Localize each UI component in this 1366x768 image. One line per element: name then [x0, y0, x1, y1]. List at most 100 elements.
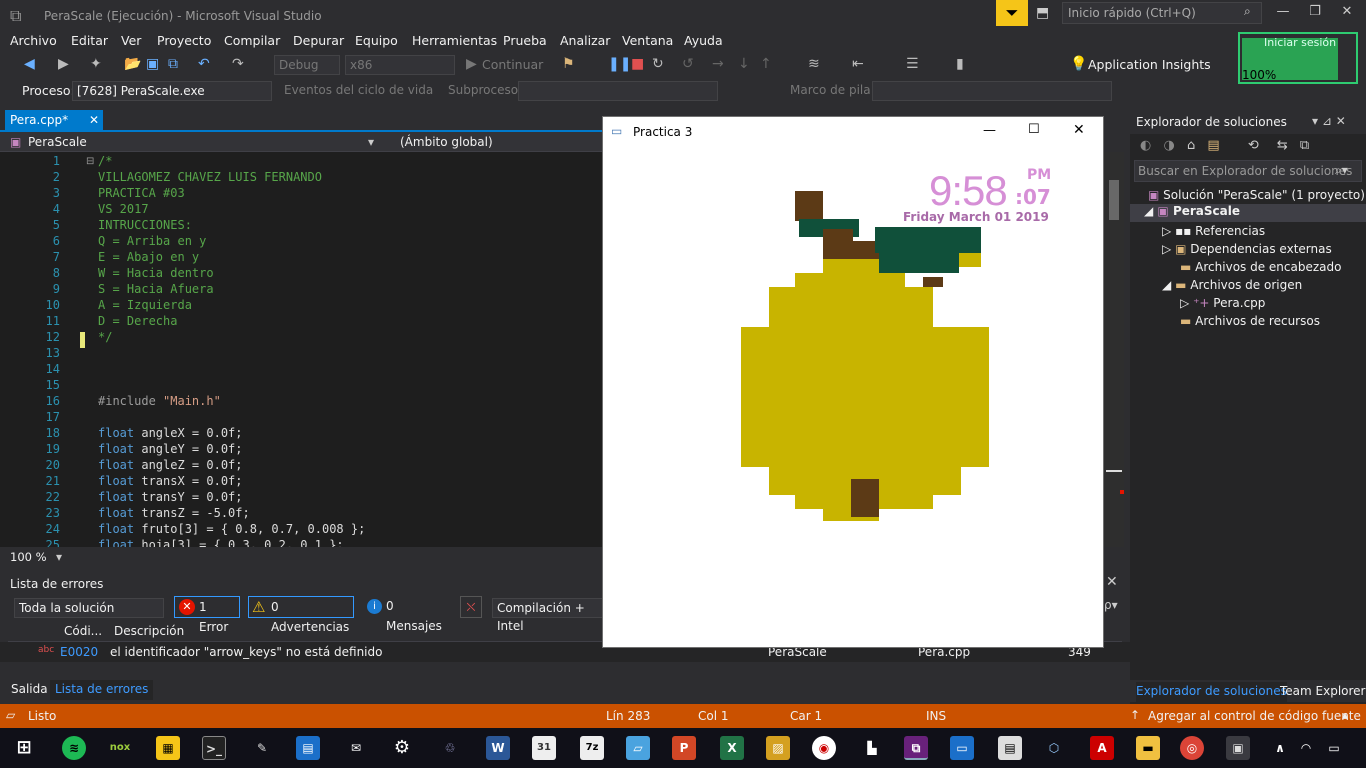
file-explorer-icon[interactable]: ▬: [1136, 736, 1160, 760]
step-into-icon[interactable]: →: [712, 56, 724, 72]
maximize-button[interactable]: ❐: [1298, 4, 1332, 24]
scope-select[interactable]: Toda la solución: [14, 598, 164, 618]
undo-icon[interactable]: ↶: [198, 56, 210, 72]
step-over-icon[interactable]: ↓: [738, 56, 750, 72]
window-icon[interactable]: ▭: [950, 736, 974, 760]
stackframe-select[interactable]: [872, 81, 1112, 101]
continue-button[interactable]: Continuar: [482, 57, 543, 72]
forward-icon[interactable]: ▶: [58, 56, 69, 72]
chrome-icon[interactable]: ◎: [1180, 736, 1204, 760]
process-select[interactable]: [7628] PeraScale.exe: [72, 81, 272, 101]
maximize-button[interactable]: ☐: [1028, 122, 1040, 137]
tab-error-list[interactable]: Lista de errores: [50, 680, 154, 700]
menu-herramientas[interactable]: Herramientas: [412, 33, 497, 48]
terminal-icon[interactable]: >_: [202, 736, 226, 760]
tree-item-references[interactable]: ▷ ▪▪ Referencias: [1162, 224, 1265, 238]
search-icon[interactable]: ⌕: [1244, 4, 1251, 19]
quick-launch-input[interactable]: Inicio rápido (Ctrl+Q): [1062, 2, 1262, 24]
wifi-icon[interactable]: ◠: [1294, 736, 1318, 760]
close-icon[interactable]: ✕: [1106, 574, 1118, 590]
menu-depurar[interactable]: Depurar: [293, 33, 344, 48]
minimize-button[interactable]: —: [983, 123, 996, 138]
tree-item-solution[interactable]: ▣ Solución "PeraScale" (1 proyecto): [1148, 188, 1365, 202]
menu-prueba[interactable]: Prueba: [503, 33, 547, 48]
opengl-canvas[interactable]: 9:58 PM :07 Friday March 01 2019: [603, 147, 1103, 647]
calendar-icon[interactable]: 31: [532, 736, 556, 760]
tab-output[interactable]: Salida: [11, 682, 48, 696]
clear-filter-icon[interactable]: ⛌: [460, 596, 482, 618]
spotify-icon[interactable]: ≋: [62, 736, 86, 760]
chevron-up-icon[interactable]: ▴: [1342, 708, 1348, 722]
warnings-filter-button[interactable]: ⚠ 0 Advertencias: [248, 596, 354, 634]
restart-icon[interactable]: ↻: [652, 56, 664, 72]
thread-select[interactable]: [518, 81, 718, 101]
7zip-icon[interactable]: 7z: [580, 736, 604, 760]
source-control-button[interactable]: Agregar al control de código fuente: [1148, 709, 1361, 723]
error-code-link[interactable]: E0020: [60, 645, 98, 659]
chevron-down-icon[interactable]: ▾: [56, 550, 62, 564]
format-icon[interactable]: ⇤: [852, 56, 864, 72]
mail-icon[interactable]: ✉: [344, 736, 368, 760]
photos-icon[interactable]: ▨: [766, 736, 790, 760]
start-icon[interactable]: ⊞: [12, 736, 36, 760]
col-description[interactable]: Descripción: [114, 624, 184, 638]
menu-archivo[interactable]: Archivo: [10, 33, 57, 48]
open-folder-icon[interactable]: 📂: [124, 56, 141, 72]
practica-3-window[interactable]: ▭ Practica 3 — ☐ ✕ 9:58 PM :07 Friday Ma…: [602, 116, 1104, 648]
code-editor[interactable]: 1 2 3 4 5 6 7 8 9 10 11 12 13 14 15 16 17 18 19 20 21 22 23 24 2…: [0, 152, 604, 547]
visual-studio-taskbar-icon[interactable]: ⧉: [904, 736, 928, 760]
stop-icon[interactable]: ■: [631, 56, 644, 72]
configuration-select[interactable]: Debug: [274, 55, 340, 75]
menu-editar[interactable]: Editar: [71, 33, 108, 48]
lightbulb-icon[interactable]: 💡: [1070, 56, 1087, 72]
tab-solution-explorer[interactable]: Explorador de soluciones: [1136, 682, 1287, 702]
tree-item-project[interactable]: ◢ ▣ PeraScale: [1130, 204, 1366, 222]
menu-compilar[interactable]: Compilar: [224, 33, 280, 48]
close-button[interactable]: ✕: [1330, 4, 1364, 24]
minimize-button[interactable]: —: [1266, 4, 1300, 24]
tab-pera-cpp[interactable]: Pera.cpp* ✕: [5, 110, 103, 130]
collapsed-icon[interactable]: ▷: [1180, 296, 1189, 310]
tree-item-source-files[interactable]: ◢ ▬ Archivos de origen: [1162, 278, 1302, 292]
menu-ayuda[interactable]: Ayuda: [684, 33, 723, 48]
user-account-badge[interactable]: Iniciar sesión 100%: [1238, 32, 1358, 84]
scope-select[interactable]: PeraScale: [28, 135, 87, 149]
global-scope-select[interactable]: (Ámbito global): [400, 135, 493, 149]
switch-views-icon[interactable]: ▤: [1207, 138, 1219, 153]
pause-icon[interactable]: ❚❚: [608, 56, 631, 72]
show-next-icon[interactable]: ↺: [682, 56, 694, 72]
redo-icon[interactable]: ↷: [232, 56, 244, 72]
zoom-select[interactable]: 100 %: [10, 550, 47, 564]
sync-icon[interactable]: ⇆: [1277, 138, 1288, 153]
save-all-icon[interactable]: ⧉: [168, 56, 178, 72]
menu-analizar[interactable]: Analizar: [560, 33, 610, 48]
close-button[interactable]: ✕: [1073, 122, 1085, 138]
back-icon[interactable]: ◐: [1140, 138, 1151, 153]
lifecycle-events[interactable]: Eventos del ciclo de vida: [284, 83, 433, 97]
menu-proyecto[interactable]: Proyecto: [157, 33, 211, 48]
paint-icon[interactable]: ✎: [250, 736, 274, 760]
attach-icon[interactable]: ⚑: [562, 56, 575, 72]
collapse-icon[interactable]: ⊟: [86, 156, 94, 167]
tree-item-header-files[interactable]: ▬ Archivos de encabezado: [1180, 260, 1341, 274]
continue-icon[interactable]: ▶: [466, 56, 477, 72]
collapsed-icon[interactable]: ▷: [1162, 242, 1171, 256]
chevron-down-icon[interactable]: ▾: [368, 135, 374, 149]
app-insights-button[interactable]: Application Insights: [1088, 57, 1211, 72]
search-icon[interactable]: ρ▾: [1104, 598, 1118, 612]
save-icon[interactable]: ▣: [146, 56, 159, 72]
powerpoint-icon[interactable]: P: [672, 736, 696, 760]
sign-in-link[interactable]: Iniciar sesión: [1264, 36, 1336, 49]
word-icon[interactable]: W: [486, 736, 510, 760]
scrollbar-thumb[interactable]: [1109, 180, 1119, 220]
console-icon[interactable]: ▤: [998, 736, 1022, 760]
new-project-icon[interactable]: ✦: [90, 56, 102, 72]
menu-ventana[interactable]: Ventana: [622, 33, 673, 48]
platform-select[interactable]: x86: [345, 55, 455, 75]
expand-icon[interactable]: ◢: [1144, 204, 1153, 218]
history-icon[interactable]: ⟲: [1248, 138, 1259, 153]
solution-search-input[interactable]: Buscar en Explorador de soluciones ⌕▾: [1134, 160, 1362, 182]
tree-item-external-deps[interactable]: ▷ ▣ Dependencias externas: [1162, 242, 1332, 256]
errors-filter-button[interactable]: ✕ 1 Error: [174, 596, 240, 634]
collapse-all-icon[interactable]: ⧉: [1300, 138, 1309, 153]
